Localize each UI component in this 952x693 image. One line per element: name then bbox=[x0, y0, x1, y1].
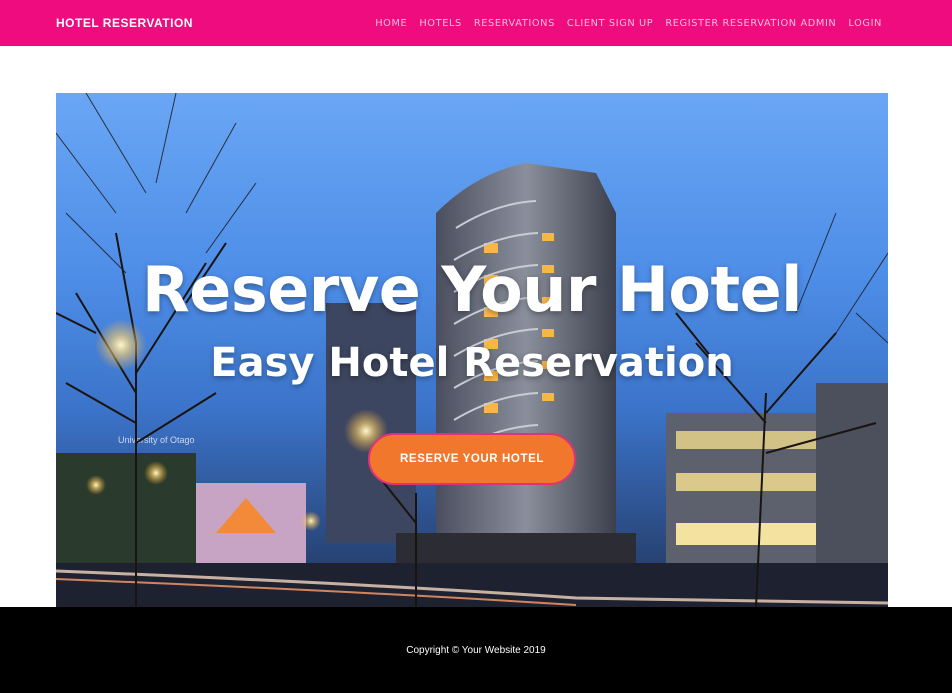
brand-link[interactable]: HOTEL RESERVATION bbox=[56, 16, 193, 30]
nav-reservations-link[interactable]: RESERVATIONS bbox=[474, 18, 555, 29]
hero-title: Reserve Your Hotel bbox=[142, 253, 802, 326]
hero-banner: University of Otago Reserve Your Hotel E… bbox=[56, 93, 888, 607]
nav-register-admin-link[interactable]: REGISTER RESERVATION ADMIN bbox=[665, 18, 836, 29]
nav-hotels-link[interactable]: HOTELS bbox=[419, 18, 462, 29]
nav-login-link[interactable]: LOGIN bbox=[848, 18, 882, 29]
nav-links: HOME HOTELS RESERVATIONS CLIENT SIGN UP … bbox=[375, 18, 882, 29]
top-navbar: HOTEL RESERVATION HOME HOTELS RESERVATIO… bbox=[0, 0, 952, 46]
nav-client-signup-link[interactable]: CLIENT SIGN UP bbox=[567, 18, 653, 29]
hero-subtitle: Easy Hotel Reservation bbox=[210, 340, 734, 386]
nav-home-link[interactable]: HOME bbox=[375, 18, 407, 29]
page-footer: Copyright © Your Website 2019 bbox=[0, 607, 952, 693]
reserve-hotel-button[interactable]: RESERVE YOUR HOTEL bbox=[368, 433, 576, 485]
svg-text:University of Otago: University of Otago bbox=[118, 435, 195, 445]
copyright-text: Copyright © Your Website 2019 bbox=[406, 644, 546, 656]
